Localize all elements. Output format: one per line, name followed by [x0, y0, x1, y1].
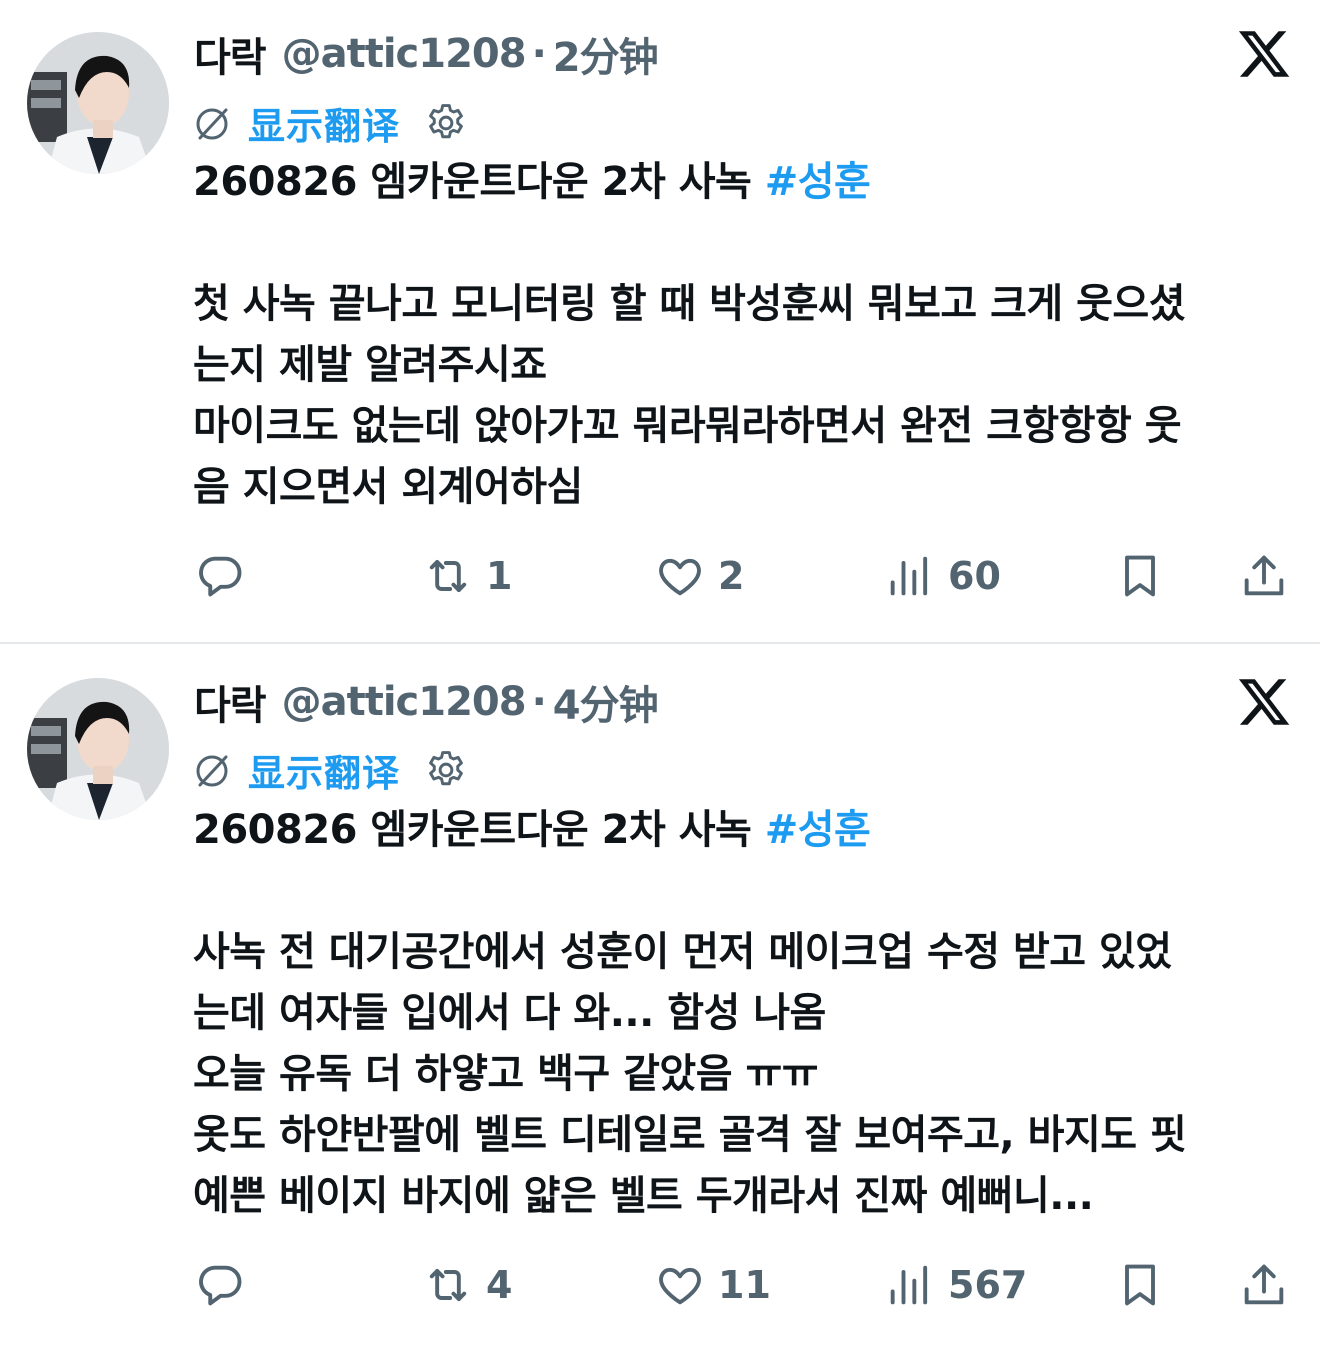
views-button[interactable]: 60 [884, 546, 1001, 606]
tweet-title-text: 260826 엠카운트다운 2차 사녹 [193, 159, 765, 205]
tweet-title-line: 260826 엠카운트다운 2차 사녹 #성훈 [193, 800, 1303, 861]
views-button[interactable]: 567 [884, 1255, 1027, 1315]
like-count: 11 [718, 1263, 771, 1307]
tweet[interactable]: 다락 @attic1208 · 2分钟 显示翻译 260826 엠카운트다운 2… [0, 0, 1320, 643]
tweet-text-line: 음 지으면서 외계어하심 [193, 464, 583, 510]
share-button[interactable] [1238, 546, 1290, 606]
like-button[interactable]: 11 [654, 1255, 771, 1315]
display-name[interactable]: 다락 [194, 673, 267, 731]
handle[interactable]: @attic1208 [282, 679, 527, 725]
share-button[interactable] [1238, 1255, 1290, 1315]
retweet-button[interactable]: 1 [422, 546, 512, 606]
gear-icon[interactable] [424, 748, 468, 792]
tweet-title-line: 260826 엠카운트다운 2차 사녹 #성훈 [193, 152, 1303, 213]
translate-icon [196, 755, 228, 787]
avatar[interactable] [27, 32, 169, 174]
tweet-text: 260826 엠카운트다운 2차 사녹 #성훈 사녹 전 대기공간에서 성훈이 … [193, 800, 1303, 1227]
tweet-text-line: 예쁜 베이지 바지에 얇은 벨트 두개라서 진짜 예뻐니... [193, 1173, 1094, 1219]
retweet-icon [429, 559, 467, 593]
timestamp[interactable]: 4分钟 [553, 673, 659, 731]
view-count: 567 [948, 1263, 1028, 1307]
reply-icon [199, 556, 242, 597]
reply-button[interactable] [194, 546, 246, 606]
tweet-text-line: 사녹 전 대기공간에서 성훈이 먼저 메이크업 수정 받고 있었 [193, 929, 1172, 975]
bookmark-button[interactable] [1114, 1255, 1166, 1315]
display-name[interactable]: 다락 [194, 25, 267, 83]
share-icon [1244, 555, 1284, 596]
tweet-text-line: 옷도 하얀반팔에 벨트 디테일로 골격 잘 보여주고, 바지도 핏 [193, 1112, 1187, 1158]
reply-icon [199, 1265, 242, 1306]
tweet[interactable]: 다락 @attic1208 · 4分钟 显示翻译 260826 엠카운트다운 2… [0, 645, 1320, 1357]
like-icon [659, 558, 701, 596]
retweet-count: 1 [486, 554, 513, 598]
tweet-title-text: 260826 엠카운트다운 2차 사녹 [193, 807, 765, 853]
views-icon [890, 1265, 928, 1305]
tweet-text-line: 오늘 유독 더 하얗고 백구 같았음 ㅠㅠ [193, 1051, 819, 1097]
hashtag-link[interactable]: #성훈 [765, 159, 871, 205]
timestamp[interactable]: 2分钟 [553, 25, 659, 83]
tweet-divider [0, 642, 1320, 644]
handle[interactable]: @attic1208 [282, 31, 527, 77]
retweet-count: 4 [486, 1263, 513, 1307]
views-icon [890, 556, 928, 596]
separator-dot: · [531, 31, 547, 77]
bookmark-button[interactable] [1114, 546, 1166, 606]
translate-icon [196, 108, 228, 140]
bookmark-icon [1125, 555, 1155, 597]
tweet-text-line: 는데 여자들 입에서 다 와... 함성 나옴 [193, 990, 826, 1036]
action-bar: 4 11 567 [0, 1255, 1320, 1315]
tweet-text-line: 는지 제발 알려주시죠 [193, 342, 547, 388]
share-icon [1244, 1264, 1284, 1305]
action-bar: 1 2 60 [0, 546, 1320, 606]
like-count: 2 [718, 554, 745, 598]
tweet-text-line: 첫 사녹 끝나고 모니터링 할 때 박성훈씨 뭐보고 크게 웃으셨 [193, 281, 1186, 327]
gear-icon[interactable] [424, 101, 468, 145]
show-translation-link[interactable]: 显示翻译 [248, 743, 400, 797]
avatar[interactable] [27, 678, 169, 820]
like-icon [659, 1267, 701, 1305]
view-count: 60 [948, 554, 1001, 598]
tweet-text: 260826 엠카운트다운 2차 사녹 #성훈 첫 사녹 끝나고 모니터링 할 … [193, 152, 1303, 518]
separator-dot: · [531, 679, 547, 725]
show-translation-link[interactable]: 显示翻译 [248, 96, 400, 150]
hashtag-link[interactable]: #성훈 [765, 807, 871, 853]
x-logo-icon [1238, 31, 1290, 77]
like-button[interactable]: 2 [654, 546, 744, 606]
tweet-text-line: 마이크도 없는데 앉아가꼬 뭐라뭐라하면서 완전 크항항항 웃 [193, 403, 1182, 449]
bookmark-icon [1125, 1264, 1155, 1306]
retweet-icon [429, 1268, 467, 1302]
x-logo-icon [1238, 679, 1290, 725]
reply-button[interactable] [194, 1255, 246, 1315]
retweet-button[interactable]: 4 [422, 1255, 512, 1315]
